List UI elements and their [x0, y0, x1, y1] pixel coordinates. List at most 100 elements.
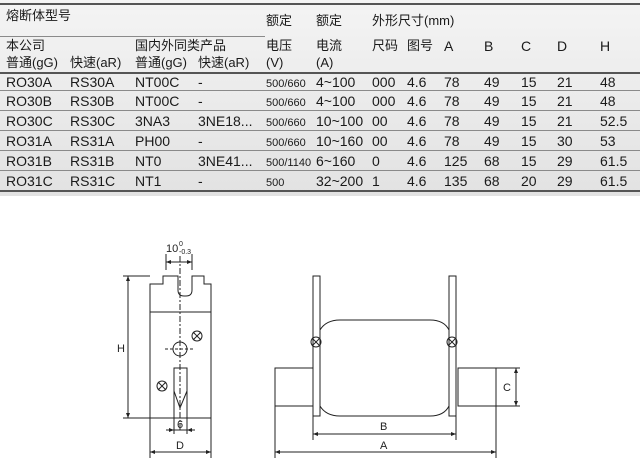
cell-d: 30 [557, 133, 573, 149]
dim-a-label: A [380, 440, 388, 452]
header-current: 电流 [316, 38, 343, 53]
dim-h-label: H [117, 343, 125, 355]
cell-h: 48 [600, 93, 616, 109]
header-rated-1: 额定 [266, 13, 293, 28]
cell-gg2: 3NA3 [135, 113, 171, 129]
cell-gg2: PH00 [135, 133, 171, 149]
cell-current: 4~100 [316, 74, 356, 90]
cell-b: 49 [484, 133, 500, 149]
spec-table: 熔断体型号 额定 额定 外形尺寸(mm) 本公司 国内外同类产品 电压 电流 尺… [0, 0, 640, 196]
dim-c-label: C [503, 382, 511, 394]
front-view-body [319, 319, 450, 417]
cell-c: 15 [521, 74, 537, 90]
cell-b: 49 [484, 113, 500, 129]
cell-a: 78 [444, 113, 460, 129]
header-voltage-unit: (V) [266, 55, 284, 70]
cell-current: 10~160 [316, 133, 364, 149]
cell-ar: RS31A [70, 133, 115, 149]
header-normal-gg-2: 普通(gG) [135, 55, 188, 70]
dim-d-label: D [176, 440, 184, 452]
cell-drawing: 4.6 [407, 133, 427, 149]
dim-10-tolerance-lower: -0.3 [179, 249, 191, 256]
cell-current: 6~160 [316, 153, 356, 169]
cell-c: 15 [521, 133, 537, 149]
table-top-rule [0, 3, 640, 5]
header-dimensions: 外形尺寸(mm) [372, 13, 455, 28]
header-col-h: H [600, 38, 611, 54]
cell-h: 48 [600, 74, 616, 90]
cell-a: 78 [444, 133, 460, 149]
table-bottom-rule [0, 190, 640, 192]
cell-a: 78 [444, 93, 460, 109]
cell-h: 53 [600, 133, 616, 149]
cell-current: 32~200 [316, 173, 364, 189]
cell-a: 125 [444, 153, 468, 169]
cell-b: 68 [484, 173, 500, 189]
header-rule-1 [0, 36, 265, 37]
dim-10-tolerance-upper: 0 [179, 241, 183, 248]
cell-voltage: 500/660 [266, 97, 306, 109]
header-domestic-foreign: 国内外同类产品 [135, 38, 227, 53]
cell-gg: RO31B [6, 153, 52, 169]
dim-b-label: B [380, 421, 387, 433]
cell-voltage: 500 [266, 177, 285, 189]
cell-gg: RO30B [6, 93, 52, 109]
cell-ar: RS30C [70, 113, 116, 129]
front-view-blade-left [274, 367, 314, 407]
cell-ar2: - [198, 93, 203, 109]
cell-size: 00 [372, 113, 388, 129]
row-rule-1 [0, 90, 640, 91]
cell-c: 15 [521, 93, 537, 109]
header-fast-ar: 快速(aR) [70, 55, 122, 70]
header-our-company: 本公司 [6, 38, 46, 53]
cell-ar: RS31C [70, 173, 116, 189]
header-col-c: C [521, 38, 532, 54]
cell-ar2: 3NE18... [198, 113, 253, 129]
cell-h: 61.5 [600, 173, 628, 189]
arrowheads [126, 260, 518, 454]
cell-size: 000 [372, 93, 396, 109]
header-col-a: A [444, 38, 454, 54]
front-view-blade-right [457, 367, 497, 407]
cell-ar2: - [198, 74, 203, 90]
row-rule-4 [0, 150, 640, 151]
cell-drawing: 4.6 [407, 74, 427, 90]
cell-c: 15 [521, 153, 537, 169]
dim-10-label: 10 [166, 243, 178, 255]
cell-ar: RS30A [70, 74, 115, 90]
cell-voltage: 500/660 [266, 78, 306, 90]
cell-gg: RO31C [6, 173, 53, 189]
header-size-code: 尺码 [372, 38, 399, 53]
row-rule-3 [0, 130, 640, 131]
cell-h: 52.5 [600, 113, 628, 129]
cell-a: 135 [444, 173, 468, 189]
fuse-drawing-svg: 10 0 -0.3 H 6 D B A C [117, 241, 520, 458]
cell-ar: RS30B [70, 93, 115, 109]
cell-size: 1 [372, 173, 380, 189]
header-model: 熔断体型号 [6, 8, 72, 23]
cell-voltage: 500/660 [266, 117, 306, 129]
cell-current: 10~100 [316, 113, 364, 129]
header-current-unit: (A) [316, 55, 334, 70]
cell-drawing: 4.6 [407, 113, 427, 129]
row-rule-5 [0, 170, 640, 171]
cell-c: 15 [521, 113, 537, 129]
cell-b: 49 [484, 93, 500, 109]
cell-voltage: 500/660 [266, 137, 306, 149]
header-fast-ar-2: 快速(aR) [198, 55, 250, 70]
cell-current: 4~100 [316, 93, 356, 109]
cell-gg: RO30A [6, 74, 52, 90]
cell-ar2: - [198, 133, 203, 149]
header-normal-gg: 普通(gG) [6, 55, 59, 70]
cell-gg: RO31A [6, 133, 52, 149]
cell-drawing: 4.6 [407, 173, 427, 189]
cell-gg2: NT00C [135, 74, 180, 90]
cell-ar2: - [198, 173, 203, 189]
header-col-d: D [557, 38, 568, 54]
cell-d: 21 [557, 113, 573, 129]
cell-gg2: NT1 [135, 173, 162, 189]
cell-gg: RO30C [6, 113, 53, 129]
cell-d: 29 [557, 173, 573, 189]
cell-d: 29 [557, 153, 573, 169]
dim-6-label: 6 [177, 419, 183, 431]
